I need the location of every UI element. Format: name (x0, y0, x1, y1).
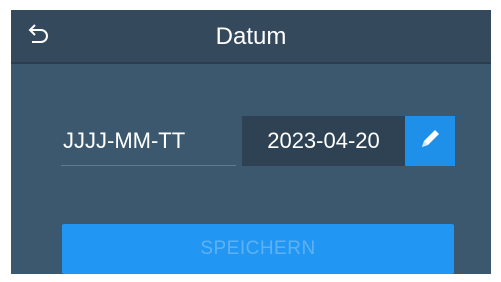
date-settings-screen: Datum JJJJ-MM-TT 2023-04-20 SPEICHERN (11, 10, 491, 274)
save-button[interactable]: SPEICHERN (62, 224, 454, 274)
page-title: Datum (215, 23, 287, 50)
date-value-field[interactable]: 2023-04-20 (242, 116, 405, 166)
edit-date-button[interactable] (405, 116, 455, 166)
date-row: JJJJ-MM-TT 2023-04-20 (61, 116, 455, 166)
pencil-icon (417, 126, 443, 157)
date-format-label: JJJJ-MM-TT (61, 116, 236, 166)
header-bar: Datum (11, 10, 491, 64)
